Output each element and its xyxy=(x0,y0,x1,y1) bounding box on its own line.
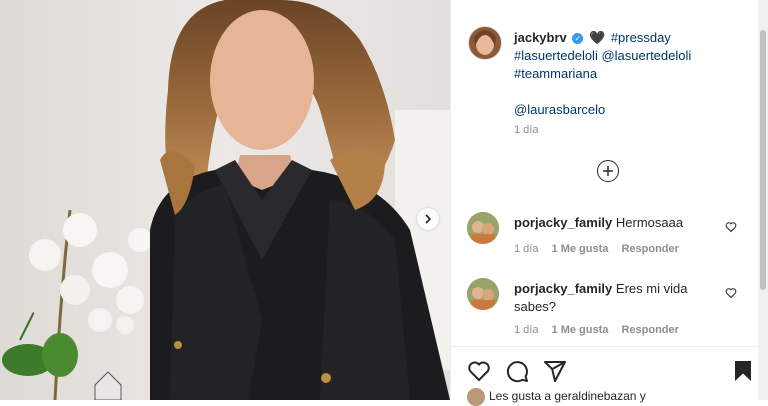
comment-text: porjacky_family Hermosaaa xyxy=(514,214,726,232)
comment-time[interactable]: 1 día xyxy=(514,243,538,255)
post-image xyxy=(0,0,450,400)
black-heart-emoji: 🖤 xyxy=(589,30,606,45)
author-avatar[interactable] xyxy=(468,26,502,60)
avatar-image xyxy=(469,27,501,59)
plus-circle-icon xyxy=(603,166,613,176)
comment-body: Hermosaaa xyxy=(615,215,684,230)
like-heart-icon[interactable] xyxy=(467,359,491,383)
caption-text: jackybrv ✓ 🖤 #pressday #lasuertedeloli @… xyxy=(514,29,754,119)
comment-username[interactable]: porjacky_family xyxy=(514,281,612,296)
comment-likes[interactable]: 1 Me gusta xyxy=(552,243,609,255)
comment-meta: 1 día 1 Me gusta Responder xyxy=(514,243,689,255)
scrollbar-thumb[interactable] xyxy=(760,30,766,290)
hashtag-pressday[interactable]: #pressday xyxy=(611,30,671,45)
post-side-panel: jackybrv ✓ 🖤 #pressday #lasuertedeloli @… xyxy=(450,0,768,406)
comment-item: porjacky_family Hermosaaa 1 día 1 Me gus… xyxy=(451,212,768,272)
post-photo[interactable] xyxy=(0,0,450,400)
author-username[interactable]: jackybrv xyxy=(514,30,567,45)
comment-text: porjacky_family Eres mi vida sabes? xyxy=(514,280,726,316)
heart-icon[interactable] xyxy=(725,287,737,299)
comment-item: porjacky_family Eres mi vida sabes? 1 dí… xyxy=(451,278,768,338)
page-scrollbar[interactable] xyxy=(758,0,768,400)
comment-meta: 1 día 1 Me gusta Responder xyxy=(514,324,689,336)
reply-button[interactable]: Responder xyxy=(621,324,678,336)
bookmark-icon[interactable] xyxy=(731,359,755,383)
mention-lasuertedeloli[interactable]: @lasuertedeloli xyxy=(601,48,691,63)
load-more-comments-button[interactable] xyxy=(597,160,619,182)
post-time[interactable]: 1 día xyxy=(514,124,538,136)
paper-plane-icon[interactable] xyxy=(543,359,567,383)
comment-username[interactable]: porjacky_family xyxy=(514,215,612,230)
hashtag-teammariana[interactable]: #teammariana xyxy=(514,66,597,81)
comment-likes[interactable]: 1 Me gusta xyxy=(552,324,609,336)
reply-button[interactable]: Responder xyxy=(621,243,678,255)
liked-by-text[interactable]: Les gusta a geraldinebazan y xyxy=(489,389,646,403)
heart-icon[interactable] xyxy=(725,221,737,233)
liked-by-avatar[interactable] xyxy=(467,388,485,406)
mention-laurasbarcelo[interactable]: @laurasbarcelo xyxy=(514,102,605,117)
verified-badge-icon: ✓ xyxy=(572,33,584,44)
avatar-image xyxy=(467,212,499,244)
avatar-image xyxy=(467,278,499,310)
comment-time[interactable]: 1 día xyxy=(514,324,538,336)
commenter-avatar[interactable] xyxy=(467,212,499,244)
chevron-right-icon xyxy=(425,214,432,224)
comment-icon[interactable] xyxy=(505,359,529,383)
commenter-avatar[interactable] xyxy=(467,278,499,310)
next-photo-button[interactable] xyxy=(417,208,439,230)
hashtag-lasuertedeloli[interactable]: #lasuertedeloli xyxy=(514,48,598,63)
